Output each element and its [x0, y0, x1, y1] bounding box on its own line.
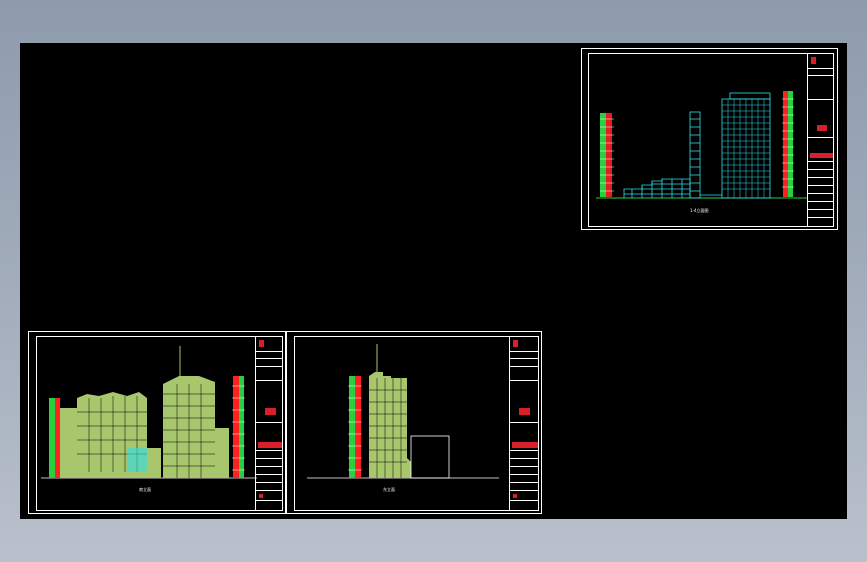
company-logo	[259, 340, 264, 347]
glass-entrance	[127, 448, 147, 472]
cyan-section-drawing	[596, 91, 808, 199]
company-logo	[811, 57, 816, 64]
company-logo	[513, 340, 518, 347]
stamp-mark	[265, 408, 276, 415]
approval-band	[258, 442, 282, 448]
stamp-mark	[817, 125, 827, 131]
sheet-caption: 1-4立面图	[690, 208, 709, 213]
cad-application: { "window": { "title": "" }, "colors": {…	[0, 0, 867, 562]
drawing-canvas[interactable]: 1-4立面图 南立面 东立面	[20, 43, 847, 519]
cyan-tower-grid	[722, 99, 770, 198]
revision-mark	[513, 494, 517, 498]
sheet-bottom-left[interactable]: 南立面	[28, 331, 286, 514]
left-facade-strip	[49, 398, 60, 478]
revision-mark	[259, 494, 263, 498]
green-elevation-drawing	[307, 344, 499, 479]
right-facade-strip	[232, 376, 245, 478]
stamp-mark	[519, 408, 530, 415]
green-elevation-drawing	[41, 346, 257, 479]
left-facade-strip	[348, 376, 362, 478]
approval-band	[810, 153, 833, 158]
right-facade-strip	[782, 91, 794, 197]
sheet-caption: 东立面	[383, 487, 395, 492]
sheet-bottom-middle[interactable]: 东立面	[286, 331, 542, 514]
low-block-outline	[410, 435, 450, 479]
approval-band	[512, 442, 538, 448]
title-block	[807, 53, 834, 227]
title-block	[509, 336, 539, 511]
cyan-buildings	[623, 92, 771, 199]
title-block	[255, 336, 283, 511]
sheet-top-right[interactable]: 1-4立面图	[581, 48, 838, 230]
sheet-caption: 南立面	[139, 487, 151, 492]
left-facade-strip	[600, 113, 614, 197]
